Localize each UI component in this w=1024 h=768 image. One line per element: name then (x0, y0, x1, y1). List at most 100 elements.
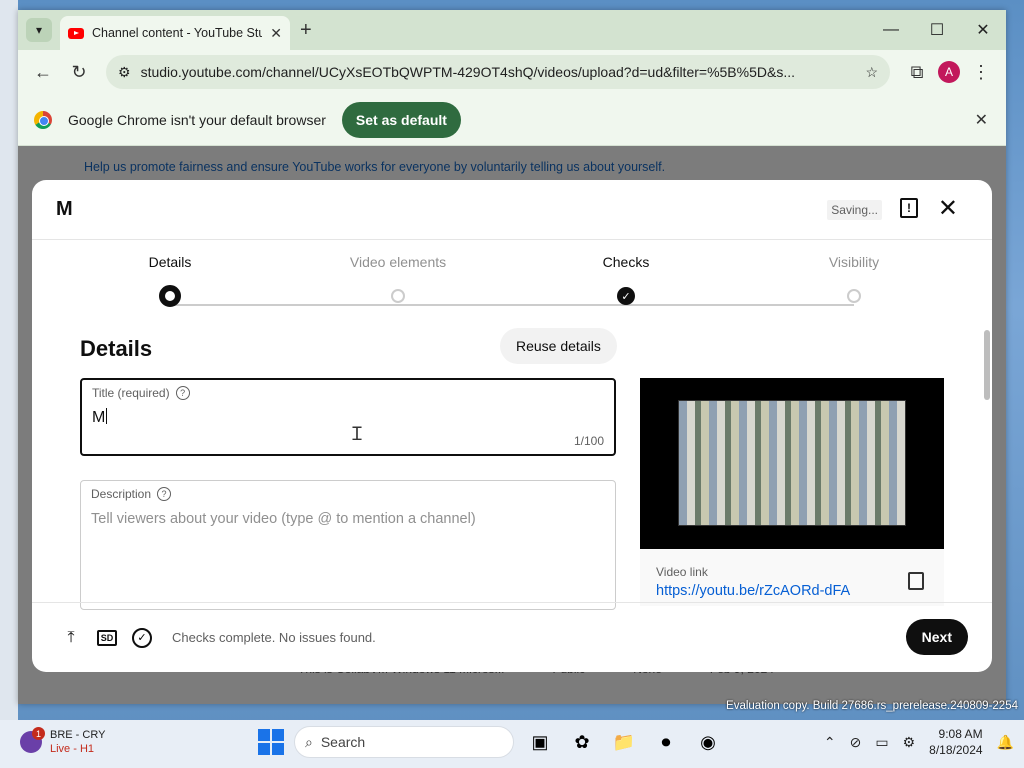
task-view-icon[interactable]: ▣ (524, 726, 556, 758)
taskbar-apps: ⌕ Search ▣ ✿ 📁 ⏺ ◉ (258, 726, 724, 758)
upload-details-dialog: M Saving... ! ✕ Details Video elements C… (32, 180, 992, 672)
site-info-icon[interactable]: ⚙ (118, 64, 131, 81)
chrome-logo-icon (34, 110, 52, 129)
news-widget-icon: 1 (20, 727, 45, 753)
notification-bell-icon[interactable]: 🔔 (997, 734, 1014, 751)
tab-close-icon[interactable]: ✕ (270, 25, 282, 42)
description-input[interactable]: Tell viewers about your video (type @ to… (91, 511, 605, 527)
next-button[interactable]: Next (905, 619, 968, 655)
youtube-icon (68, 27, 84, 39)
default-browser-infobar: Google Chrome isn't your default browser… (18, 94, 1006, 146)
new-tab-button[interactable]: + (300, 19, 312, 42)
tab-search-dropdown[interactable]: ▾ (26, 18, 52, 42)
infobar-message: Google Chrome isn't your default browser (68, 111, 326, 128)
reload-button[interactable]: ↻ (64, 57, 94, 87)
step-checks[interactable]: Checks ✓ (546, 254, 706, 305)
text-cursor-icon: Ｉ (348, 424, 366, 444)
start-button[interactable] (258, 729, 284, 755)
dialog-scrollbar[interactable] (984, 326, 990, 602)
dialog-title: M (56, 198, 73, 220)
description-label-row: Description ? (91, 487, 605, 501)
dialog-close-icon[interactable]: ✕ (938, 194, 958, 223)
step-current-dot (159, 285, 181, 307)
reuse-details-button[interactable]: Reuse details (500, 328, 617, 364)
help-icon[interactable]: ? (157, 487, 172, 501)
title-char-counter: 1/100 (573, 434, 604, 448)
taskbar-search[interactable]: ⌕ Search (294, 726, 514, 758)
url-text[interactable]: studio.youtube.com/channel/UCyXsEOTbQWPT… (141, 64, 856, 80)
upload-stepper: Details Video elements Checks ✓ Visibili… (32, 254, 992, 318)
title-field-label: Title (required) (92, 386, 170, 400)
description-field[interactable]: Description ? Tell viewers about your vi… (80, 480, 616, 610)
checks-complete-icon[interactable]: ✓ (132, 627, 152, 648)
minimize-button[interactable]: — (868, 10, 914, 50)
sd-icon[interactable]: SD (96, 627, 118, 649)
saving-indicator: Saving... (827, 200, 882, 220)
feedback-alert-icon[interactable]: ! (900, 198, 918, 218)
dialog-header: M Saving... ! ✕ (32, 180, 992, 240)
clock-time: 9:08 AM (938, 727, 983, 741)
back-button[interactable]: ← (28, 57, 58, 87)
desktop-icons-strip (0, 0, 18, 720)
evaluation-watermark: Evaluation copy. Build 27686.rs_prerelea… (726, 700, 1018, 712)
profile-avatar[interactable]: A (938, 61, 960, 83)
video-link[interactable]: https://youtu.be/rZcAORd-dFA (656, 583, 944, 599)
search-label: Search (320, 734, 366, 750)
upload-icon[interactable]: ⤒ (60, 627, 82, 649)
news-title: BRE - CRY (50, 729, 106, 741)
step-video-elements[interactable]: Video elements (318, 254, 478, 303)
step-pending-dot (847, 289, 861, 303)
tab-channel-content[interactable]: Channel content - YouTube Stu ✕ (60, 16, 290, 50)
copy-icon[interactable] (908, 572, 924, 590)
step-label: Video elements (349, 254, 447, 270)
taskbar: 1 BRE - CRY Live - H1 ⌕ Search ▣ ✿ 📁 ⏺ ◉… (0, 720, 1024, 768)
step-visibility[interactable]: Visibility (774, 254, 934, 303)
infobar-close-icon[interactable]: ✕ (975, 110, 988, 130)
extensions-icon[interactable]: ⧉ (902, 57, 932, 87)
step-label: Details (148, 254, 192, 270)
section-title: Details (80, 336, 153, 361)
news-widget[interactable]: 1 BRE - CRY Live - H1 (20, 727, 105, 756)
stepper-line (170, 304, 854, 306)
chevron-up-icon[interactable]: ⌃ (824, 734, 836, 751)
browser-menu-icon[interactable]: ⋮ (966, 57, 996, 87)
thumbnail-image (678, 400, 906, 526)
news-widget-text: BRE - CRY Live - H1 (50, 728, 105, 756)
tab-title: Channel content - YouTube Stu (92, 26, 263, 40)
system-tray: ⌃ ⊘ ▭ ⚙ 9:08 AM 8/18/2024 🔔 (824, 726, 1014, 758)
settings-sync-icon[interactable]: ⚙ (903, 734, 916, 751)
set-as-default-button[interactable]: Set as default (341, 101, 461, 138)
clock-date: 8/18/2024 (929, 743, 983, 757)
sd-badge: SD (96, 629, 118, 646)
video-preview-card: Video link https://youtu.be/rZcAORd-dFA (640, 378, 944, 606)
display-icon[interactable]: ▭ (875, 734, 888, 751)
window-controls: — ☐ ✕ (868, 10, 1006, 50)
step-label: Visibility (828, 254, 880, 270)
step-details[interactable]: Details (90, 254, 250, 307)
copilot-icon[interactable]: ✿ (566, 726, 598, 758)
video-link-label: Video link (656, 565, 708, 579)
news-subtitle: Live - H1 (50, 743, 95, 755)
clock[interactable]: 9:08 AM 8/18/2024 (929, 726, 982, 758)
network-off-icon[interactable]: ⊘ (850, 734, 862, 751)
title-field-label-row: Title (required) ? (92, 386, 604, 400)
scrollbar-thumb[interactable] (984, 330, 990, 400)
bookmark-star-icon[interactable]: ☆ (865, 64, 878, 81)
step-label: Checks (602, 254, 650, 270)
close-window-button[interactable]: ✕ (960, 10, 1006, 50)
address-bar[interactable]: ⚙ studio.youtube.com/channel/UCyXsEOTbQW… (106, 55, 890, 89)
recorder-icon[interactable]: ⏺ (650, 726, 682, 758)
maximize-button[interactable]: ☐ (914, 10, 960, 50)
check-icon: ✓ (617, 287, 635, 305)
checks-status-text: Checks complete. No issues found. (172, 630, 376, 645)
notification-badge: 1 (32, 727, 45, 740)
video-thumbnail[interactable] (640, 378, 944, 549)
file-explorer-icon[interactable]: 📁 (608, 726, 640, 758)
description-field-label: Description (91, 487, 152, 501)
help-icon[interactable]: ? (175, 386, 190, 400)
search-icon: ⌕ (305, 733, 313, 750)
browser-toolbar: ← → ↻ ⚙ studio.youtube.com/channel/UCyXs… (18, 50, 1006, 704)
chrome-taskbar-icon[interactable]: ◉ (692, 726, 724, 758)
step-pending-dot (391, 289, 405, 303)
dialog-footer: ⤒ SD ✓ Checks complete. No issues found.… (32, 602, 992, 672)
